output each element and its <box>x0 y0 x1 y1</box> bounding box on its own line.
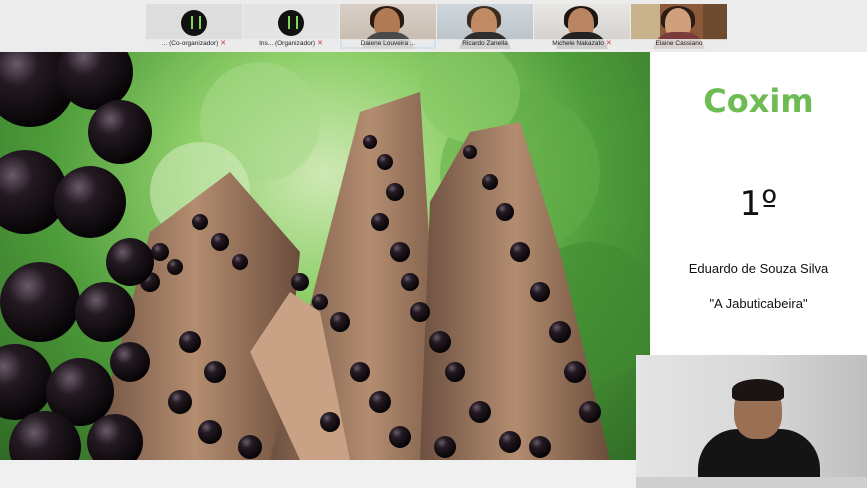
participant-name: Michele Nakazato ✕ <box>534 39 630 49</box>
jabuticaba-tree-photo <box>0 52 650 460</box>
participant-thumbnails: ... (Co-organizador) ✕ Ins... (Organizado… <box>146 4 727 49</box>
participant-tile[interactable]: Ricardo Zanella <box>437 4 533 49</box>
participant-tile[interactable]: Michele Nakazato ✕ <box>534 4 630 49</box>
participant-name: ... (Co-organizador) ✕ <box>146 39 242 49</box>
placement-rank: 1º <box>739 184 778 224</box>
participant-tile[interactable]: ... (Co-organizador) ✕ <box>146 4 242 49</box>
organization-logo-icon <box>181 10 207 36</box>
participant-name: Ins... (Organizador) ✕ <box>243 39 339 49</box>
speaker-video-overlay[interactable] <box>636 355 867 488</box>
mic-muted-icon: ✕ <box>220 40 227 47</box>
video-conference-window: ... (Co-organizador) ✕ Ins... (Organizado… <box>0 0 867 488</box>
author-name: Eduardo de Souza Silva <box>688 261 829 276</box>
participant-tile-active-speaker[interactable]: Daiene Louveira ... <box>340 4 436 49</box>
participant-tile[interactable]: Elaine Cassiano <box>631 4 727 49</box>
city-title: Coxim <box>703 82 814 120</box>
participant-strip: ... (Co-organizador) ✕ Ins... (Organizado… <box>0 0 867 52</box>
participant-tile[interactable]: Ins... (Organizador) ✕ <box>243 4 339 49</box>
organization-logo-icon <box>278 10 304 36</box>
work-title: "A Jabuticabeira" <box>709 296 808 311</box>
bottom-bar <box>0 460 636 488</box>
mic-muted-icon: ✕ <box>317 40 323 47</box>
participant-name: Ricardo Zanella <box>437 39 533 49</box>
slide-caption-panel: Coxim 1º Eduardo de Souza Silva "A Jabut… <box>650 52 867 352</box>
mic-muted-icon: ✕ <box>605 40 612 47</box>
participant-name: Elaine Cassiano <box>631 39 727 49</box>
tree-illustration <box>0 52 650 460</box>
participant-name: Daiene Louveira ... <box>340 39 436 49</box>
